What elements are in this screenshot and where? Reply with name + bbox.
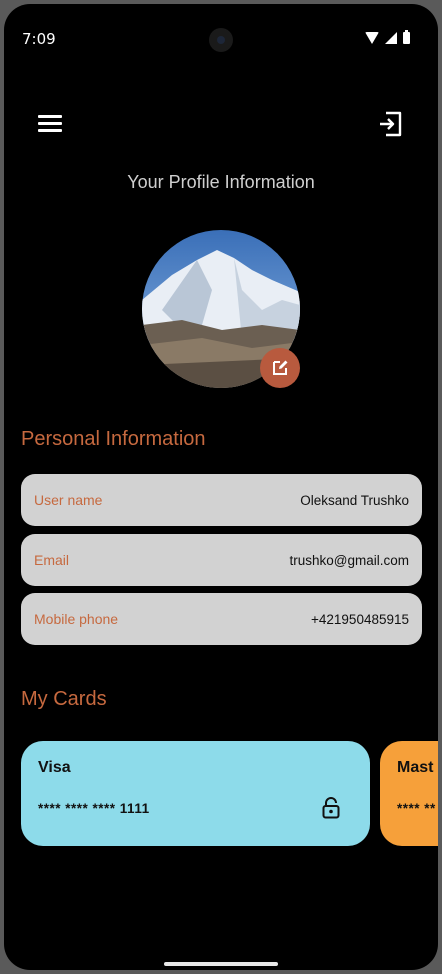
menu-button[interactable] — [38, 112, 66, 140]
menu-icon — [38, 115, 66, 132]
edit-photo-button[interactable] — [260, 348, 300, 388]
email-field[interactable]: Email trushko@gmail.com — [21, 534, 422, 586]
my-cards-heading: My Cards — [21, 688, 107, 710]
edit-icon — [273, 360, 288, 375]
visa-card[interactable]: Visa **** **** **** 1111 — [21, 741, 370, 846]
logout-button[interactable] — [376, 110, 406, 140]
lock-icon[interactable] — [322, 797, 340, 819]
username-label: User name — [34, 492, 103, 508]
personal-info-heading: Personal Information — [21, 428, 206, 450]
mobile-phone-field[interactable]: Mobile phone +421950485915 — [21, 593, 422, 645]
card-brand: Mast — [397, 759, 434, 776]
status-icons — [365, 30, 410, 44]
battery-icon — [403, 30, 410, 44]
page-title: Your Profile Information — [127, 172, 315, 192]
card-brand: Visa — [38, 759, 71, 776]
mastercard-card[interactable]: Mast **** ** — [380, 741, 438, 846]
email-value: trushko@gmail.com — [289, 552, 410, 568]
mobile-phone-label: Mobile phone — [34, 611, 119, 627]
front-camera — [209, 28, 233, 52]
card-number: **** ** — [397, 801, 436, 816]
username-value: Oleksand Trushko — [300, 492, 409, 508]
status-time: 7:09 — [22, 30, 56, 48]
email-label: Email — [34, 552, 70, 568]
card-number: **** **** **** 1111 — [38, 801, 150, 816]
username-field[interactable]: User name Oleksand Trushko — [21, 474, 422, 526]
mobile-phone-value: +421950485915 — [311, 611, 409, 627]
status-bar: 7:09 — [4, 4, 438, 74]
wifi-icon — [365, 32, 379, 44]
home-indicator[interactable] — [164, 962, 278, 966]
phone-screen: 7:09 Your Profile Information Personal I… — [4, 4, 438, 970]
logout-icon — [380, 111, 402, 137]
signal-icon — [385, 32, 397, 44]
